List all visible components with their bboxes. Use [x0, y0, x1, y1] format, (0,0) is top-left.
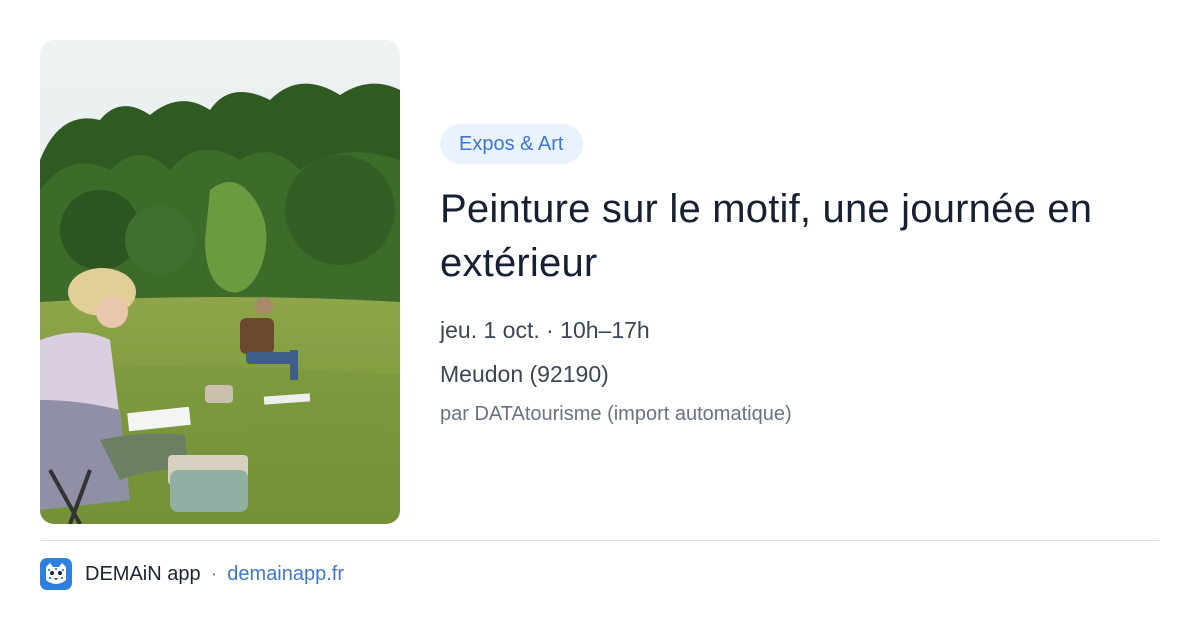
event-info: Expos & Art Peinture sur le motif, une j… [440, 124, 1140, 427]
event-photo[interactable] [40, 40, 400, 524]
footer-divider [40, 540, 1160, 541]
leopard-app-icon[interactable] [40, 558, 72, 590]
event-title[interactable]: Peinture sur le motif, une journée en ex… [440, 182, 1140, 290]
app-name: DEMAiN app [85, 562, 201, 585]
footer-separator: · [210, 562, 218, 585]
footer: DEMAiN app · demainapp.fr [40, 558, 344, 590]
event-source: par DATAtourisme (import automatique) [440, 403, 792, 425]
category-badge[interactable]: Expos & Art [440, 124, 583, 164]
event-location: Meudon (92190) [440, 361, 609, 387]
event-datetime: jeu. 1 oct. · 10h–17h [440, 317, 650, 343]
app-url-link[interactable]: demainapp.fr [227, 563, 344, 586]
